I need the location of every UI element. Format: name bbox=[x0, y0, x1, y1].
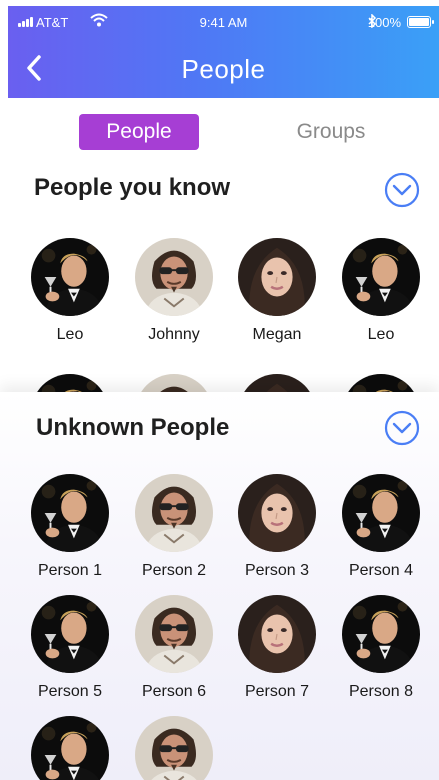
segmented-tabs: People Groups bbox=[0, 114, 439, 154]
avatar bbox=[342, 595, 420, 673]
unknown-person-card[interactable]: Person 1 bbox=[20, 474, 120, 580]
unknown-person-card[interactable] bbox=[20, 716, 120, 780]
known-person-card[interactable]: Johnny bbox=[124, 238, 224, 344]
person-name: Leo bbox=[367, 326, 395, 343]
avatar bbox=[135, 716, 213, 780]
app-header: AT&T 9:41 AM 100% People bbox=[8, 6, 439, 98]
avatar bbox=[135, 595, 213, 673]
avatar bbox=[342, 238, 420, 316]
person-name: Leo bbox=[56, 326, 84, 343]
known-expand-button[interactable] bbox=[384, 172, 420, 208]
chevron-down-circle-icon bbox=[384, 410, 420, 446]
person-name: Person 3 bbox=[244, 562, 310, 579]
unknown-person-card[interactable]: Person 8 bbox=[331, 595, 431, 701]
avatar bbox=[31, 716, 109, 780]
avatar bbox=[31, 474, 109, 552]
unknown-expand-button[interactable] bbox=[384, 410, 420, 446]
unknown-person-card[interactable]: Person 6 bbox=[124, 595, 224, 701]
person-name: Person 8 bbox=[348, 683, 414, 700]
avatar bbox=[342, 474, 420, 552]
known-people-row: Leo Johnny Megan Leo bbox=[0, 238, 439, 358]
known-person-card[interactable]: Megan bbox=[227, 238, 327, 344]
avatar bbox=[238, 595, 316, 673]
status-bar: AT&T 9:41 AM 100% bbox=[8, 6, 439, 36]
person-name: Person 2 bbox=[141, 562, 207, 579]
person-name: Megan bbox=[252, 326, 302, 343]
battery-label: 100% bbox=[367, 15, 401, 30]
person-name: Person 1 bbox=[37, 562, 103, 579]
unknown-person-card[interactable]: Person 7 bbox=[227, 595, 327, 701]
avatar bbox=[238, 474, 316, 552]
tab-people[interactable]: People bbox=[79, 114, 199, 150]
avatar bbox=[135, 474, 213, 552]
unknown-person-card[interactable]: Person 2 bbox=[124, 474, 224, 580]
page-title: People bbox=[181, 54, 266, 84]
known-section-title: People you know bbox=[34, 174, 231, 201]
chevron-down-circle-icon bbox=[384, 172, 420, 208]
avatar bbox=[238, 238, 316, 316]
person-name: Person 5 bbox=[37, 683, 103, 700]
known-person-card[interactable]: Leo bbox=[20, 238, 120, 344]
unknown-person-card[interactable]: Person 5 bbox=[20, 595, 120, 701]
known-person-card[interactable]: Leo bbox=[331, 238, 431, 344]
person-name: Person 4 bbox=[348, 562, 414, 579]
unknown-person-card[interactable]: Person 3 bbox=[227, 474, 327, 580]
avatar bbox=[31, 238, 109, 316]
unknown-people-panel: Unknown People Person 1 Person 2 Person 3 P… bbox=[0, 392, 439, 780]
unknown-section-title: Unknown People bbox=[36, 414, 230, 441]
person-name: Person 6 bbox=[141, 683, 207, 700]
avatar bbox=[135, 238, 213, 316]
person-name: Person 7 bbox=[244, 683, 310, 700]
unknown-person-card[interactable] bbox=[124, 716, 224, 780]
tab-groups[interactable]: Groups bbox=[272, 114, 390, 150]
unknown-person-card[interactable]: Person 4 bbox=[331, 474, 431, 580]
battery-icon bbox=[407, 16, 434, 28]
avatar bbox=[31, 595, 109, 673]
person-name: Johnny bbox=[148, 326, 200, 343]
